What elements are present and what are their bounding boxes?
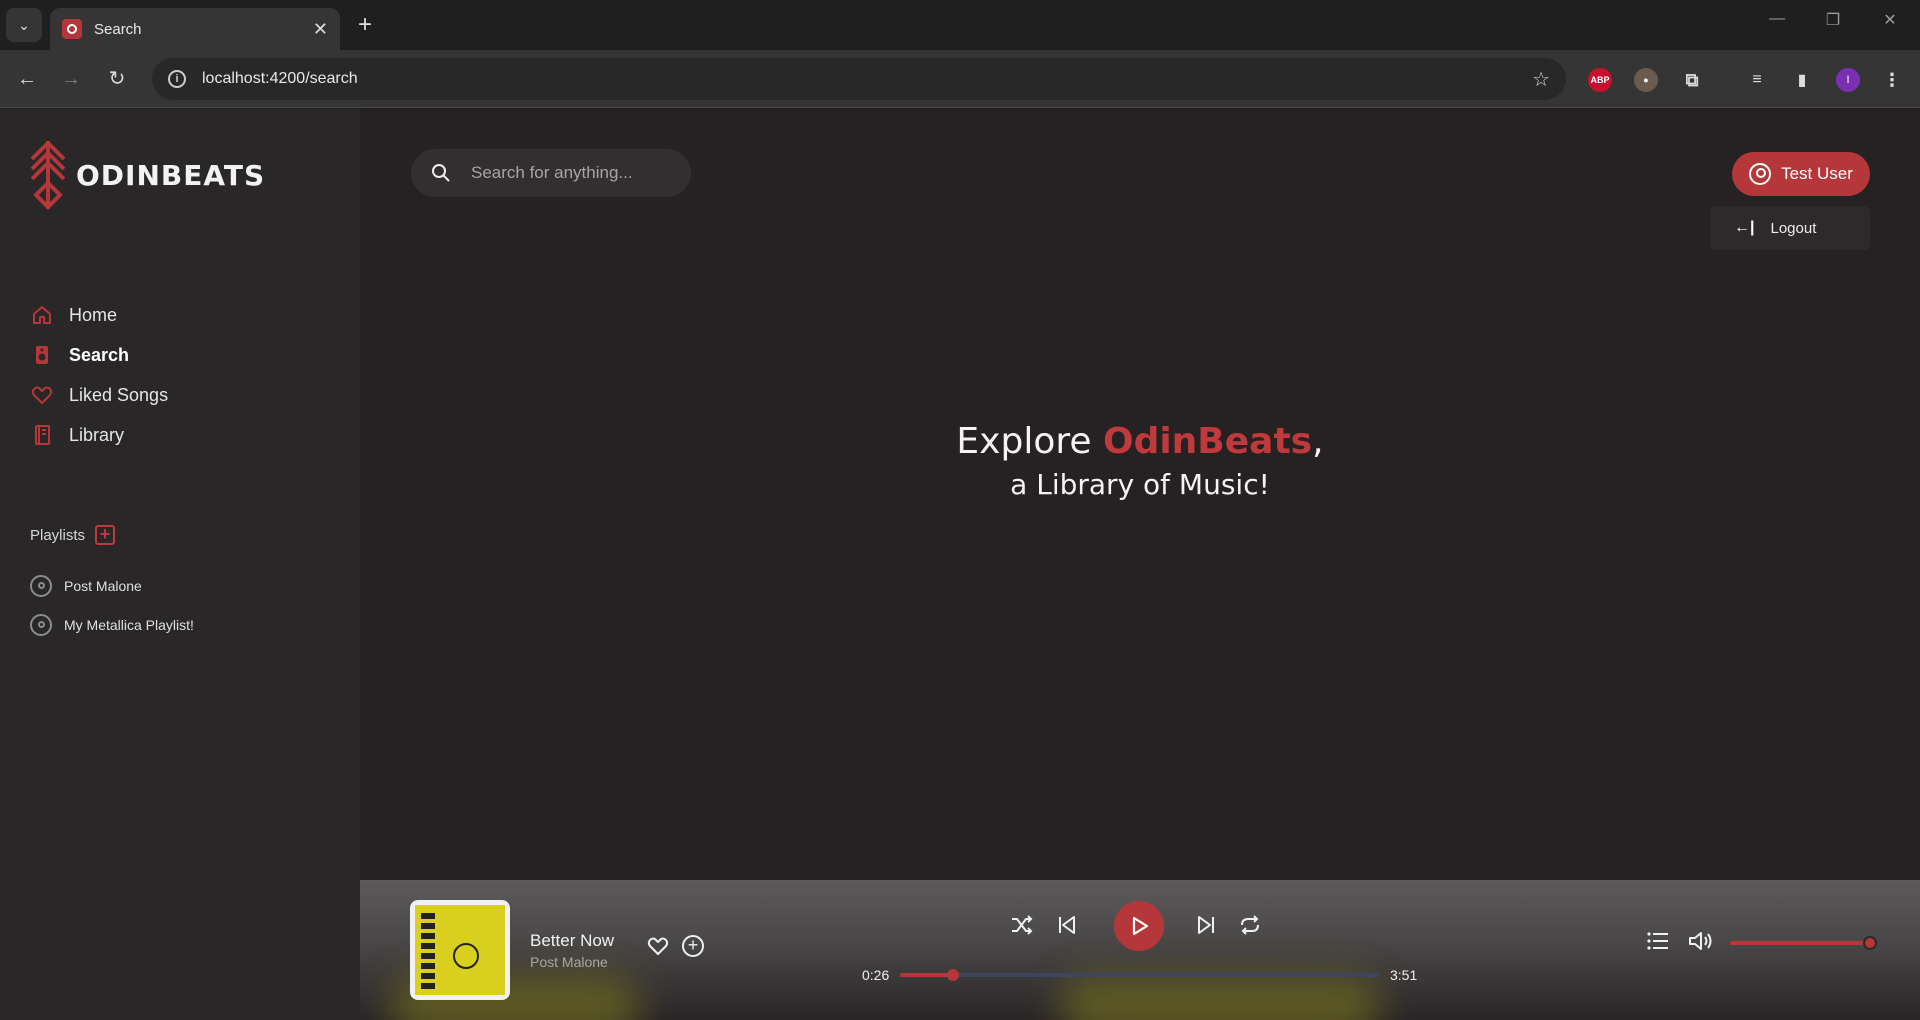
playlist-label: My Metallica Playlist! xyxy=(64,616,194,633)
address-bar[interactable]: i localhost:4200/search ☆ xyxy=(152,58,1566,100)
hero-line-2: a Library of Music! xyxy=(1010,468,1270,501)
nav-item-home[interactable]: Home xyxy=(30,295,168,335)
playlist-list: Post Malone My Metallica Playlist! xyxy=(30,566,194,644)
tab-title: Search xyxy=(94,20,142,38)
playlist-item[interactable]: My Metallica Playlist! xyxy=(30,605,194,644)
total-duration: 3:51 xyxy=(1390,967,1418,983)
hero-line-1: Explore OdinBeats, xyxy=(360,421,1920,462)
search-speaker-icon xyxy=(30,343,54,367)
add-to-playlist-icon[interactable]: + xyxy=(682,935,704,957)
nav-label-liked-songs: Liked Songs xyxy=(69,384,169,405)
logout-label: Logout xyxy=(1770,219,1817,237)
minimize-button[interactable]: — xyxy=(1757,10,1797,28)
back-button[interactable]: ← xyxy=(12,64,42,94)
track-title[interactable]: Better Now xyxy=(530,931,614,951)
browser-toolbar: ← → ↻ i localhost:4200/search ☆ ABP ● ⧉ … xyxy=(0,50,1920,108)
tab-close-icon[interactable]: ✕ xyxy=(313,19,328,40)
new-tab-button[interactable]: + xyxy=(352,12,378,38)
url-text: localhost:4200/search xyxy=(202,70,358,87)
volume-icon[interactable] xyxy=(1688,930,1716,954)
nav-item-search[interactable]: Search xyxy=(30,335,168,375)
extensions-puzzle-icon[interactable]: ⧉ xyxy=(1680,68,1704,92)
browser-tab[interactable]: Search ✕ xyxy=(50,8,340,50)
nav-item-library[interactable]: Library xyxy=(30,415,168,455)
nav-label-search: Search xyxy=(69,344,130,365)
side-panel-icon[interactable]: ▮ xyxy=(1790,68,1814,92)
play-button[interactable] xyxy=(1114,901,1164,951)
like-heart-icon[interactable] xyxy=(647,935,669,957)
close-window-button[interactable]: ✕ xyxy=(1870,10,1910,30)
disc-icon xyxy=(30,574,52,597)
tab-favicon-icon xyxy=(62,19,82,39)
nav-label-library: Library xyxy=(69,424,125,445)
progress-knob[interactable] xyxy=(946,969,959,981)
queue-list-icon[interactable] xyxy=(1646,930,1672,954)
odinbeats-logo-icon xyxy=(30,141,66,210)
home-icon xyxy=(30,303,54,327)
sidebar: ODINBEATS Home Search Liked Songs Librar… xyxy=(0,109,360,1020)
progress-slider[interactable] xyxy=(900,969,1380,981)
playlists-header: Playlists + xyxy=(30,525,116,545)
next-track-icon[interactable] xyxy=(1189,908,1223,942)
disc-icon xyxy=(30,613,52,636)
previous-track-icon[interactable] xyxy=(1050,908,1084,942)
nav-item-liked-songs[interactable]: Liked Songs xyxy=(30,375,168,415)
brand-logo[interactable]: ODINBEATS xyxy=(28,139,265,211)
search-bar[interactable] xyxy=(411,149,691,197)
abp-label: ABP xyxy=(1590,75,1610,85)
reload-button[interactable]: ↻ xyxy=(102,64,132,94)
brand-name: ODINBEATS xyxy=(76,158,266,192)
elapsed-time: 0:26 xyxy=(862,967,890,983)
browser-tabstrip: ⌄ Search ✕ + — ❐ ✕ xyxy=(0,0,1920,50)
app-root: ODINBEATS Home Search Liked Songs Librar… xyxy=(0,109,1920,1020)
play-icon xyxy=(1132,916,1149,936)
playlist-label: Post Malone xyxy=(64,577,142,594)
hero-comma: , xyxy=(1312,421,1324,462)
hero-heading: Explore OdinBeats, a Library of Music! xyxy=(360,421,1920,501)
volume-knob[interactable] xyxy=(1863,936,1877,950)
album-art xyxy=(415,905,505,995)
library-icon xyxy=(30,423,54,447)
logout-icon: ←| xyxy=(1734,219,1755,236)
player-backdrop xyxy=(1060,976,1380,1020)
player-bar: Better Now Post Malone + 0:26 3:51 xyxy=(360,880,1920,1020)
user-menu-button[interactable]: Test User xyxy=(1732,152,1870,196)
nav-label-home: Home xyxy=(69,304,118,325)
site-info-icon[interactable]: i xyxy=(168,70,186,88)
main-nav: Home Search Liked Songs Library xyxy=(30,295,168,455)
user-circle-icon xyxy=(1749,163,1772,185)
track-artist[interactable]: Post Malone xyxy=(530,954,608,970)
playlist-item[interactable]: Post Malone xyxy=(30,566,194,605)
progress-fill xyxy=(900,973,953,977)
tab-search-button[interactable]: ⌄ xyxy=(6,8,42,42)
search-input[interactable] xyxy=(471,163,671,183)
search-icon xyxy=(432,164,450,182)
forward-button[interactable]: → xyxy=(56,64,86,94)
add-playlist-button[interactable]: + xyxy=(95,525,116,545)
browser-menu-icon[interactable]: ⋮ xyxy=(1880,68,1904,92)
profile-avatar[interactable]: I xyxy=(1836,68,1860,92)
repeat-icon[interactable] xyxy=(1233,908,1267,942)
extension-icon[interactable]: ● xyxy=(1634,68,1658,92)
album-cover[interactable] xyxy=(410,900,510,1000)
user-name: Test User xyxy=(1781,164,1853,183)
main-content: Test User ←| Logout Explore OdinBeats, a… xyxy=(360,109,1920,880)
media-control-icon[interactable]: ≡ xyxy=(1745,68,1769,92)
playlists-heading: Playlists xyxy=(30,526,86,544)
profile-initial: I xyxy=(1846,74,1850,86)
adblock-extension-icon[interactable]: ABP xyxy=(1588,68,1612,92)
hero-explore: Explore xyxy=(956,421,1092,462)
heart-icon xyxy=(30,383,54,407)
shuffle-icon[interactable] xyxy=(1005,908,1039,942)
logout-button[interactable]: ←| Logout xyxy=(1710,206,1870,250)
volume-slider[interactable] xyxy=(1730,941,1870,945)
bookmark-star-icon[interactable]: ☆ xyxy=(1532,67,1550,92)
hero-brand: OdinBeats xyxy=(1102,421,1313,462)
restore-button[interactable]: ❐ xyxy=(1813,10,1853,30)
